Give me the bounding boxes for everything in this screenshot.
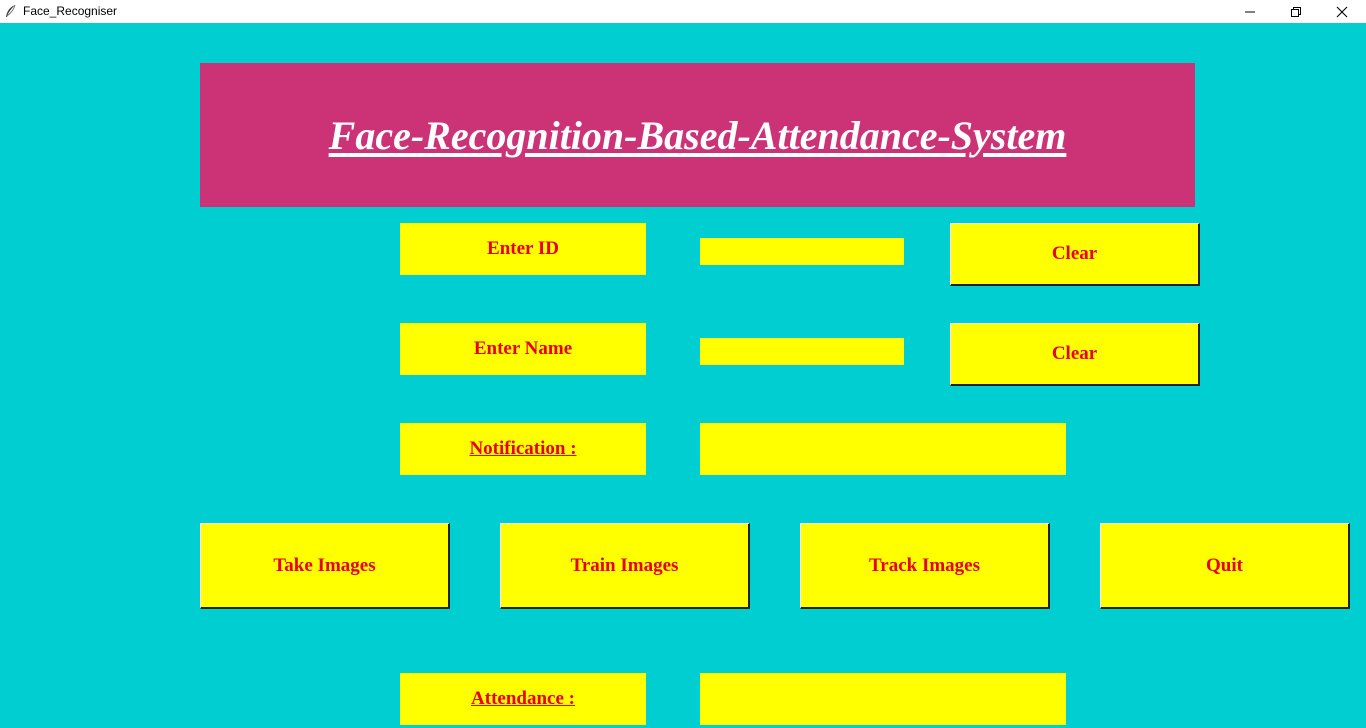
close-icon	[1336, 6, 1348, 18]
clear-id-button[interactable]: Clear	[950, 223, 1200, 286]
close-button[interactable]	[1319, 0, 1365, 23]
restore-button[interactable]	[1273, 0, 1319, 23]
notification-label-text: Notification :	[469, 438, 577, 459]
header-banner: Face-Recognition-Based-Attendance-System	[200, 63, 1195, 207]
track-images-button[interactable]: Track Images	[800, 523, 1050, 609]
page-title: Face-Recognition-Based-Attendance-System	[328, 112, 1067, 158]
attendance-message	[700, 673, 1066, 725]
train-images-button[interactable]: Train Images	[500, 523, 750, 609]
feather-icon	[4, 4, 18, 18]
name-input[interactable]	[700, 338, 904, 365]
minimize-icon	[1245, 11, 1255, 13]
restore-icon	[1291, 7, 1301, 17]
enter-id-label: Enter ID	[400, 223, 646, 275]
window-title: Face_Recogniser	[23, 4, 118, 18]
minimize-button[interactable]	[1227, 0, 1273, 23]
window-titlebar: Face_Recogniser	[0, 0, 1366, 23]
enter-name-label: Enter Name	[400, 323, 646, 375]
attendance-label: Attendance :	[400, 673, 646, 725]
clear-name-button[interactable]: Clear	[950, 323, 1200, 386]
quit-button[interactable]: Quit	[1100, 523, 1350, 609]
attendance-label-text: Attendance :	[471, 688, 575, 709]
notification-message	[700, 423, 1066, 475]
notification-label: Notification :	[400, 423, 646, 475]
take-images-button[interactable]: Take Images	[200, 523, 450, 609]
id-input[interactable]	[700, 238, 904, 265]
